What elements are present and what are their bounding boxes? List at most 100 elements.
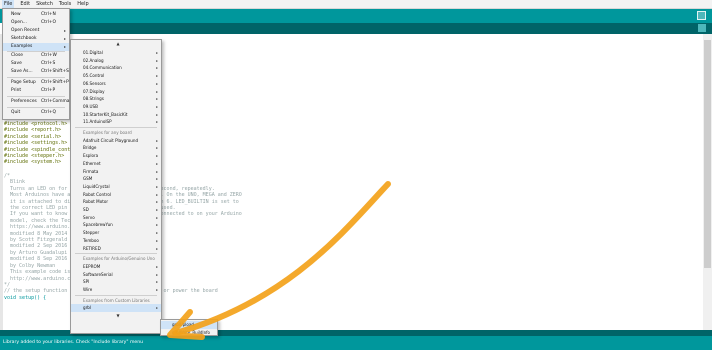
tab-bar bbox=[0, 23, 712, 34]
menu-item-label: grbl bbox=[83, 305, 92, 311]
file-menu-item[interactable]: Open Recent ▸ bbox=[3, 27, 69, 35]
menu-item-shortcut: Ctrl+Comma bbox=[41, 99, 70, 104]
menu-item-label: 10.StarterKit_BasicKit bbox=[83, 111, 128, 117]
examples-menu-item[interactable]: SpacebrewYun ▸ bbox=[71, 221, 161, 229]
file-menu-item[interactable]: Close Ctrl+W bbox=[3, 52, 69, 60]
scrollbar-thumb[interactable] bbox=[704, 40, 711, 268]
examples-menu-item[interactable]: 10.StarterKit_BasicKit ▸ bbox=[71, 111, 161, 119]
chevron-right-icon: ▸ bbox=[156, 245, 158, 251]
file-menu-item[interactable]: Preferences Ctrl+Comma bbox=[3, 98, 70, 106]
tab-menu-button[interactable] bbox=[698, 24, 706, 32]
file-menu-item[interactable]: Sketchbook ▸ bbox=[3, 35, 69, 43]
scroll-up-icon[interactable]: ▲ bbox=[115, 41, 121, 46]
file-menu-item[interactable]: Quit Ctrl+Q bbox=[3, 109, 69, 117]
menu-item-label: SoftwareSerial bbox=[83, 271, 113, 277]
menu-separator bbox=[75, 127, 157, 128]
menu-section-header: Examples for any board bbox=[71, 129, 161, 137]
menu-item-label: Save As... bbox=[11, 69, 33, 74]
chevron-right-icon: ▸ bbox=[156, 263, 158, 269]
file-menu-item[interactable]: Save Ctrl+S bbox=[3, 60, 69, 68]
examples-menu-item[interactable]: Wire ▸ bbox=[71, 286, 161, 294]
examples-menu-item[interactable]: LiquidCrystal ▸ bbox=[71, 183, 161, 191]
examples-menu-item[interactable]: SPI ▸ bbox=[71, 278, 161, 286]
examples-menu-item[interactable]: Servo ▸ bbox=[71, 214, 161, 222]
examples-menu-item[interactable]: Adafruit Circuit Playground ▸ bbox=[71, 137, 161, 145]
examples-menu-item[interactable]: GSM ▸ bbox=[71, 175, 161, 183]
menu-separator bbox=[7, 96, 65, 97]
menu-item-label: 05.Control bbox=[83, 73, 105, 79]
examples-menu-item[interactable]: Esplora ▸ bbox=[71, 152, 161, 160]
examples-menu-item[interactable]: grbl ▸ bbox=[71, 304, 161, 313]
menu-item-label: grblUpload bbox=[172, 322, 194, 327]
menu-item-label: Ethernet bbox=[83, 160, 101, 166]
menu-item-label: Examples bbox=[11, 44, 33, 49]
menu-item-label: Firmata bbox=[83, 168, 99, 174]
examples-menu-item[interactable]: Bridge ▸ bbox=[71, 144, 161, 152]
menu-item-label: GSM bbox=[83, 176, 93, 182]
file-menu-item[interactable]: Examples ▸ bbox=[3, 43, 69, 51]
examples-menu-item[interactable]: SD ▸ bbox=[71, 206, 161, 214]
examples-menu-item[interactable]: Robot Motor ▸ bbox=[71, 198, 161, 206]
menu-item-label: 07.Display bbox=[83, 88, 105, 94]
serial-monitor-button[interactable] bbox=[697, 11, 706, 20]
examples-menu-item[interactable]: 07.Display ▸ bbox=[71, 88, 161, 96]
menu-item-label: Examples from Custom Libraries bbox=[83, 297, 150, 303]
examples-menu-item[interactable]: 08.Strings ▸ bbox=[71, 95, 161, 103]
grbl-submenu: grblUpload grblWrite_BuildInfo bbox=[160, 319, 218, 336]
file-menu-item[interactable]: Page Setup Ctrl+Shift+P bbox=[3, 79, 69, 87]
menu-help[interactable]: Help bbox=[77, 0, 88, 9]
menu-item-shortcut: Ctrl+Q bbox=[41, 110, 56, 115]
examples-menu-item[interactable]: 11.ArduinoISP ▸ bbox=[71, 118, 161, 126]
scroll-down-icon[interactable]: ▼ bbox=[115, 313, 121, 318]
menu-item-label: EEPROM bbox=[83, 263, 101, 269]
examples-menu-item[interactable]: 04.Communication ▸ bbox=[71, 64, 161, 72]
chevron-right-icon: ▸ bbox=[156, 191, 158, 197]
grbl-menu-item[interactable]: grblWrite_BuildInfo bbox=[161, 329, 217, 337]
menu-item-label: Examples for Arduino/Genuino Uno bbox=[83, 256, 155, 262]
examples-menu-item[interactable]: 01.Digital ▸ bbox=[71, 49, 161, 57]
file-menu-item[interactable]: Print Ctrl+P bbox=[3, 87, 69, 95]
menu-item-shortcut: Ctrl+Shift+S bbox=[41, 69, 69, 74]
arduino-ide-window: File Edit Sketch Tools Help #include <protoc… bbox=[0, 0, 712, 350]
menu-item-label: Temboo bbox=[83, 237, 99, 243]
file-menu-item[interactable]: New Ctrl+N bbox=[3, 11, 69, 19]
chevron-right-icon: ▸ bbox=[156, 145, 158, 151]
chevron-right-icon: ▸ bbox=[156, 50, 158, 55]
chevron-right-icon: ▸ bbox=[156, 111, 158, 117]
examples-menu-item[interactable]: Stepper ▸ bbox=[71, 229, 161, 237]
menu-item-label: Bridge bbox=[83, 145, 97, 151]
menu-separator bbox=[75, 253, 157, 255]
chevron-right-icon: ▸ bbox=[156, 222, 158, 228]
menu-item-label: 11.ArduinoISP bbox=[83, 119, 112, 125]
chevron-right-icon: ▸ bbox=[63, 28, 66, 33]
examples-menu-item[interactable]: Firmata ▸ bbox=[71, 168, 161, 176]
menu-item-label: RETIRED bbox=[83, 245, 101, 251]
file-menu-item[interactable]: Save As... Ctrl+Shift+S bbox=[3, 68, 69, 76]
examples-menu-item[interactable]: 05.Control ▸ bbox=[71, 72, 161, 80]
status-text: Library added to your libraries. Check "… bbox=[3, 340, 144, 345]
menu-item-label: Robot Control bbox=[83, 191, 111, 197]
examples-menu-item[interactable]: Temboo ▸ bbox=[71, 237, 161, 245]
chevron-right-icon: ▸ bbox=[156, 88, 158, 94]
grbl-menu-item[interactable]: grblUpload bbox=[161, 321, 217, 329]
examples-menu-item[interactable]: Robot Control ▸ bbox=[71, 191, 161, 199]
examples-menu-item[interactable]: SoftwareSerial ▸ bbox=[71, 271, 161, 279]
chevron-right-icon: ▸ bbox=[156, 103, 158, 109]
chevron-right-icon: ▸ bbox=[156, 237, 158, 243]
examples-menu-item[interactable]: RETIRED ▸ bbox=[71, 245, 161, 253]
menu-item-shortcut: Ctrl+O bbox=[41, 20, 56, 25]
menu-item-label: 02.Analog bbox=[83, 57, 104, 63]
menu-item-label: Close bbox=[11, 53, 23, 58]
chevron-right-icon: ▸ bbox=[156, 160, 158, 166]
menu-item-label: Page Setup bbox=[11, 80, 36, 85]
examples-menu-item[interactable]: 06.Sensors ▸ bbox=[71, 80, 161, 88]
examples-menu-item[interactable]: Ethernet ▸ bbox=[71, 160, 161, 168]
file-menu-item[interactable]: Open... Ctrl+O bbox=[3, 19, 69, 27]
examples-menu-item[interactable]: EEPROM ▸ bbox=[71, 263, 161, 271]
menu-item-label: Esplora bbox=[83, 153, 99, 159]
examples-menu-item[interactable]: 02.Analog ▸ bbox=[71, 57, 161, 65]
chevron-right-icon: ▸ bbox=[156, 199, 158, 205]
editor-scrollbar[interactable] bbox=[703, 34, 712, 336]
menu-item-label: Save bbox=[11, 61, 22, 66]
examples-menu-item[interactable]: 09.USB ▸ bbox=[71, 103, 161, 111]
